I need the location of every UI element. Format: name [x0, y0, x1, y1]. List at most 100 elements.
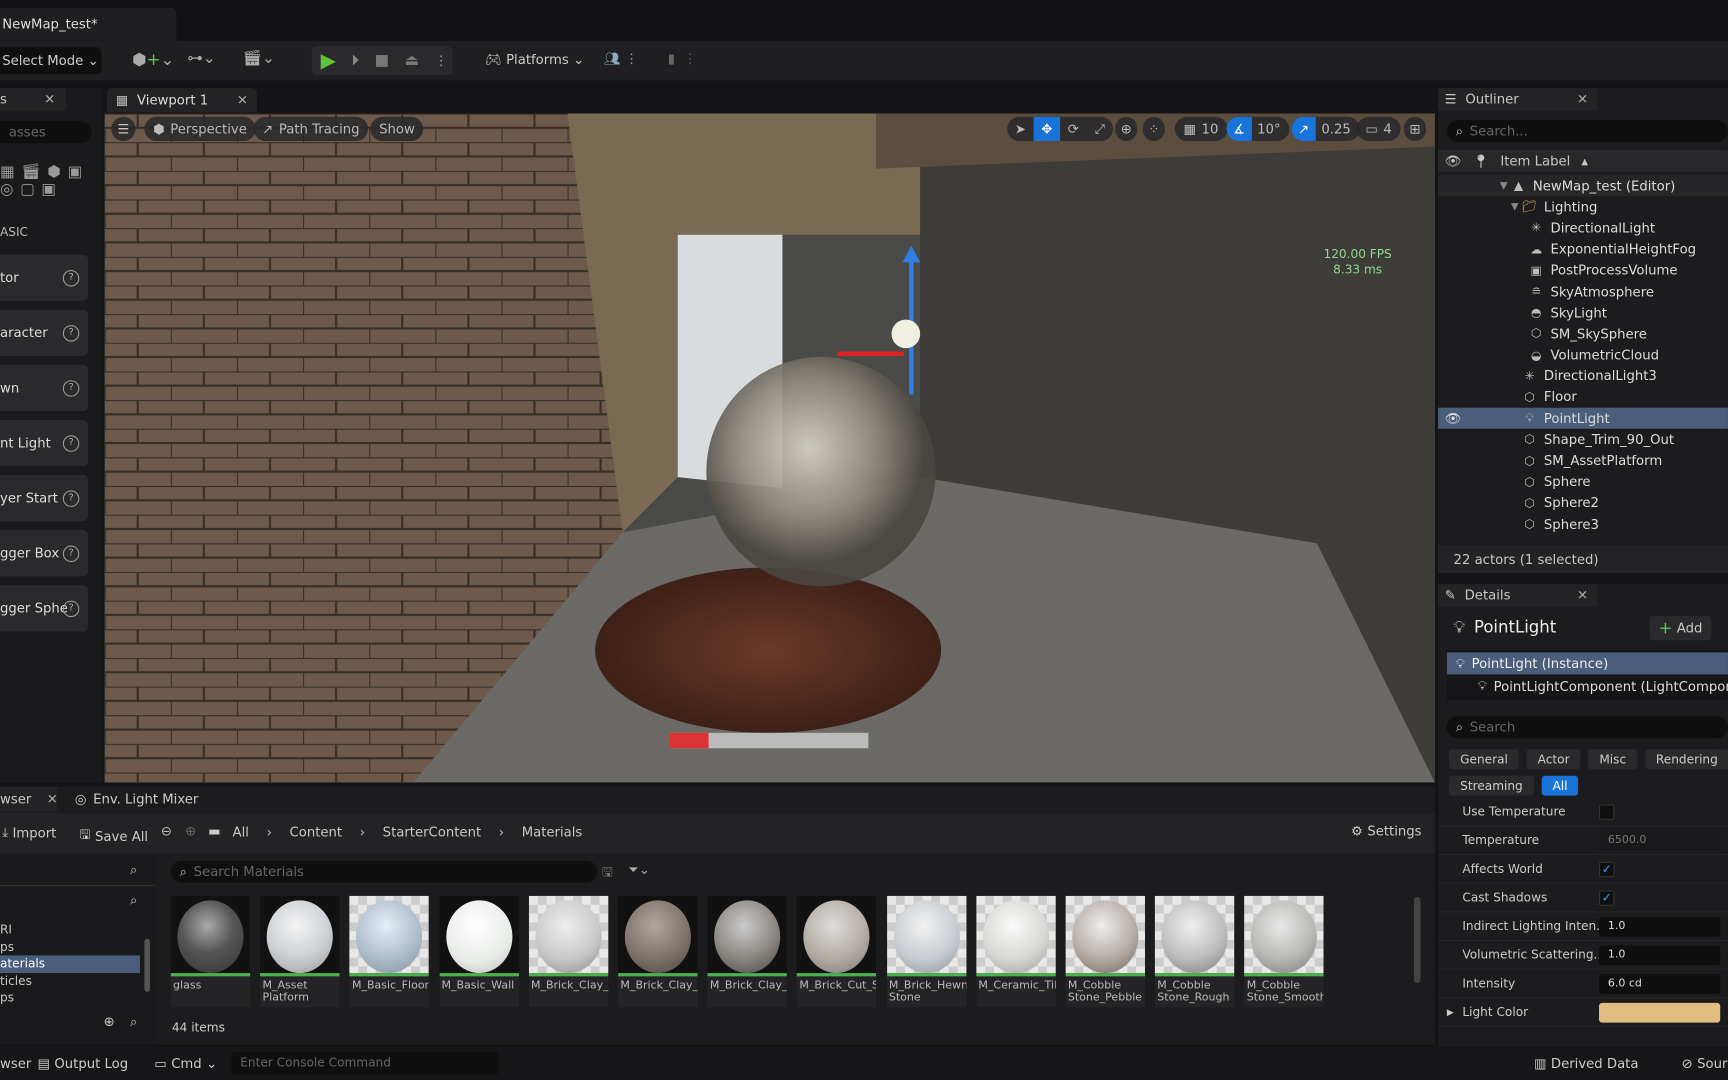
translate-tool-icon[interactable]: ✥ — [1033, 116, 1061, 142]
affects-world-checkbox[interactable]: ✓ — [1599, 861, 1615, 877]
world-local-icon[interactable]: ⊕ — [1115, 116, 1138, 142]
save-all-button[interactable]: 🖫︎ Save All — [79, 824, 148, 847]
console-input[interactable]: Enter Console Command — [231, 1052, 499, 1075]
rotation-snap-button[interactable]: ∡ 10° — [1226, 116, 1290, 142]
asset-tile[interactable]: M_Brick_Clay_New — [618, 895, 698, 1011]
settings-button[interactable]: ⚙ Settings — [1351, 823, 1422, 838]
help-icon[interactable]: ? — [62, 434, 80, 452]
viewport-menu-icon[interactable]: ☰ — [111, 116, 136, 142]
outliner-search-input[interactable]: ⌕ Search... — [1446, 120, 1728, 143]
forward-icon[interactable]: ⊕ — [185, 823, 196, 838]
cmd-dropdown[interactable]: ▭ Cmd ⌄ — [154, 1056, 217, 1071]
asset-tile[interactable]: M_Cobble Stone_Smooth — [1244, 895, 1324, 1011]
content-drawer-button[interactable]: wser — [0, 1056, 31, 1071]
camera-speed-button[interactable]: ▭ 4 — [1356, 116, 1401, 142]
outliner-row[interactable]: ⬡ Sphere2 — [1438, 492, 1728, 513]
filter-streaming[interactable]: Streaming — [1449, 775, 1534, 796]
property-value-field[interactable]: 6.0 cd — [1599, 973, 1721, 994]
breadcrumb-startercontent[interactable]: StarterContent — [383, 824, 481, 839]
asset-tile[interactable]: M_Ceramic_Tile_Checker — [976, 895, 1056, 1011]
env-light-mixer-tab[interactable]: ◎ Env. Light Mixer — [75, 791, 198, 806]
item-label-column[interactable]: Item Label — [1500, 153, 1570, 168]
search-icon[interactable]: ⌕ — [130, 893, 137, 910]
assets-scrollbar[interactable] — [1413, 897, 1421, 983]
rotate-tool-icon[interactable]: ⟳ — [1060, 121, 1086, 136]
import-button[interactable]: ⤓ Import — [2, 824, 56, 841]
view-mode-button[interactable]: ↗ Path Tracing — [253, 116, 369, 142]
outliner-row[interactable]: ☁ ExponentialHeightFog — [1438, 239, 1728, 260]
scale-snap-button[interactable]: ↗ 0.25 — [1291, 116, 1360, 142]
filter-misc[interactable]: Misc — [1588, 749, 1638, 770]
eject-icon[interactable]: ⏏ — [405, 52, 420, 70]
settings-more-icon[interactable]: ▮ ⋮ — [668, 51, 697, 66]
help-icon[interactable]: ? — [62, 544, 80, 562]
asset-tile[interactable]: M_Basic_Floor — [349, 895, 430, 1011]
asset-tile[interactable]: M_Brick_Hewn Stone — [886, 895, 967, 1011]
outliner-row[interactable]: ▼ ▲ NewMap_test (Editor) — [1438, 175, 1728, 197]
scale-tool-icon[interactable]: ⤢ — [1087, 121, 1113, 138]
filter-all[interactable]: All — [1541, 775, 1579, 796]
close-icon[interactable]: ✕ — [47, 791, 58, 806]
outliner-row[interactable]: ✳ DirectionalLight — [1438, 218, 1728, 239]
outliner-row[interactable]: ⬡ Sphere3 — [1438, 514, 1728, 535]
property-value-field[interactable]: 1.0 — [1599, 944, 1721, 965]
outliner-row[interactable]: ◓ SkyLight — [1438, 302, 1728, 323]
close-icon[interactable]: ✕ — [237, 93, 248, 108]
help-icon[interactable]: ? — [62, 489, 80, 507]
asset-tile[interactable]: M_Brick_Cut_Stone — [797, 895, 877, 1011]
place-actor-item[interactable]: gger Sphe? — [0, 585, 89, 632]
outliner-row[interactable]: ✳ DirectionalLight3 — [1438, 366, 1728, 387]
asset-tile[interactable]: M_Cobble Stone_Rough — [1155, 895, 1235, 1011]
place-actor-item[interactable]: nt Light? — [0, 419, 89, 467]
outliner-row[interactable]: ◒ VolumetricCloud — [1438, 344, 1728, 365]
details-search-input[interactable]: ⌕ Search — [1446, 716, 1728, 739]
property-value-field[interactable]: 6500.0 — [1599, 830, 1721, 851]
instance-row[interactable]: 💡︎ PointLight (Instance) — [1446, 652, 1728, 675]
output-log-button[interactable]: ▤ Output Log — [37, 1056, 128, 1071]
help-icon[interactable]: ? — [62, 600, 80, 617]
light-color-swatch[interactable] — [1599, 1002, 1721, 1023]
filter-actor[interactable]: Actor — [1526, 749, 1581, 770]
folder-tree-item[interactable]: aterials — [0, 955, 140, 973]
outliner-row[interactable]: ⬡ SM_AssetPlatform — [1438, 450, 1728, 471]
asset-tile[interactable]: glass — [170, 895, 251, 1011]
derived-data-button[interactable]: ▥ Derived Data — [1534, 1056, 1638, 1071]
outliner-row[interactable]: ▼ 📁︎ Lighting — [1438, 196, 1728, 217]
asset-tile[interactable]: M_Basic_Wall — [439, 895, 519, 1011]
breadcrumb-content[interactable]: Content — [289, 824, 342, 839]
outliner-row[interactable]: ⬡ Floor — [1438, 387, 1728, 408]
search-materials-input[interactable]: ⌕ Search Materials — [170, 860, 598, 883]
asset-tile[interactable]: M_Brick_Clay_Old — [707, 895, 788, 1011]
back-icon[interactable]: ⊖ — [161, 823, 172, 838]
layout-icon[interactable]: ⊞ — [1403, 116, 1427, 142]
place-actors-tab[interactable]: s — [0, 91, 7, 106]
breadcrumb-all[interactable]: All — [233, 824, 249, 839]
component-row[interactable]: 💡︎PointLightComponent (LightComponent0 — [1478, 678, 1728, 695]
asset-tile[interactable]: M_Brick_Clay_Beveled — [528, 895, 609, 1011]
platforms-button[interactable]: 🎮︎ Platforms ⌄ — [485, 52, 584, 67]
place-actor-item[interactable]: yer Start? — [0, 474, 89, 522]
folder-tree-item[interactable]: ps — [0, 938, 140, 955]
search-icon[interactable]: ⌕ — [130, 1014, 137, 1031]
add-icon[interactable]: ⊕ — [104, 1014, 115, 1029]
stop-icon[interactable]: ■ — [375, 52, 390, 70]
outliner-row[interactable]: ≘ SkyAtmosphere — [1438, 281, 1728, 302]
filter-rendering[interactable]: Rendering — [1644, 749, 1728, 770]
help-icon[interactable]: ? — [62, 379, 80, 397]
help-icon[interactable]: ? — [62, 269, 80, 286]
cast-shadows-checkbox[interactable]: ✓ — [1599, 889, 1615, 906]
source-control-button[interactable]: ⊘ Sour — [1682, 1056, 1728, 1071]
category-icons[interactable]: ▦🎬︎⬢▣ ◎▢▣ — [0, 163, 89, 198]
place-actor-item[interactable]: aracter? — [0, 309, 89, 356]
outliner-row[interactable]: ▣ PostProcessVolume — [1438, 260, 1728, 281]
search-icon[interactable]: ⌕ — [130, 862, 137, 879]
outliner-row[interactable]: 👁︎ 💡︎ PointLight — [1438, 407, 1728, 429]
folder-tree-item[interactable]: RI — [0, 921, 140, 938]
level-viewport[interactable] — [104, 113, 1435, 783]
filter-general[interactable]: General — [1449, 749, 1519, 770]
place-actor-item[interactable]: wn? — [0, 364, 89, 412]
close-icon[interactable]: ✕ — [1577, 91, 1588, 106]
close-icon[interactable]: ✕ — [1577, 587, 1588, 602]
asset-tile[interactable]: M_Cobble Stone_Pebble — [1065, 895, 1145, 1011]
advance-frame-icon[interactable]: ⏵ — [351, 52, 359, 70]
